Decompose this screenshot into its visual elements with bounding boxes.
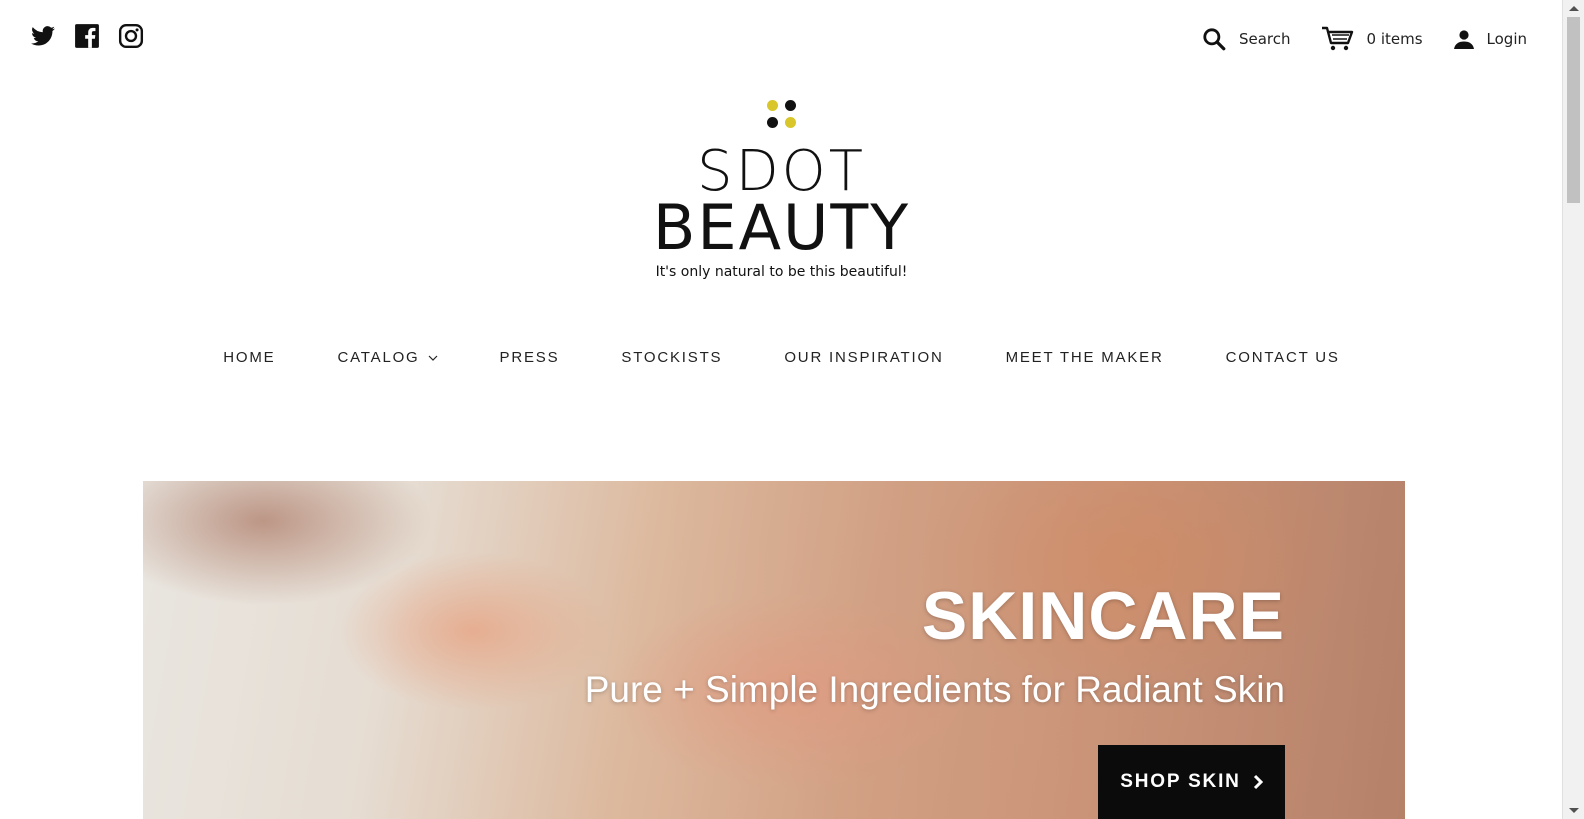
hero-subtitle: Pure + Simple Ingredients for Radiant Sk… [584, 669, 1285, 710]
page-scrollbar[interactable] [1562, 0, 1584, 819]
nav-catalog[interactable]: CATALOG [337, 349, 437, 366]
twitter-link[interactable] [30, 23, 56, 49]
logo-dots [766, 100, 797, 128]
scroll-down-arrow[interactable] [1569, 808, 1579, 813]
nav-stockists[interactable]: STOCKISTS [621, 349, 722, 366]
facebook-icon [75, 24, 99, 48]
user-icon [1453, 30, 1474, 49]
login-link[interactable]: Login [1453, 28, 1527, 50]
login-label: Login [1486, 30, 1527, 48]
nav-catalog-label: CATALOG [337, 349, 420, 366]
hero-title: SKINCARE [921, 578, 1285, 654]
cart-link[interactable]: 0 items [1321, 26, 1423, 52]
logo-dot [766, 117, 778, 128]
facebook-link[interactable] [74, 23, 100, 49]
scroll-up-arrow[interactable] [1569, 6, 1579, 11]
logo-dot [766, 100, 778, 111]
search-icon [1203, 28, 1226, 51]
chevron-down-icon [428, 355, 437, 361]
logo-line-beauty: BEAUTY [652, 191, 911, 264]
search-link[interactable]: Search [1201, 26, 1291, 52]
nav-press[interactable]: PRESS [500, 349, 560, 366]
instagram-link[interactable] [118, 23, 144, 49]
nav-meet-the-maker[interactable]: MEET THE MAKER [1006, 349, 1164, 366]
shop-skin-label: SHOP SKIN [1120, 771, 1241, 792]
nav-contact-us[interactable]: CONTACT US [1226, 349, 1340, 366]
main-nav: HOME CATALOG PRESS STOCKISTS OUR INSPIRA… [0, 349, 1563, 366]
logo-dot [784, 100, 796, 111]
nav-home[interactable]: HOME [223, 349, 275, 366]
twitter-icon [31, 26, 55, 46]
cart-count: 0 items [1366, 30, 1423, 48]
social-links [30, 23, 144, 49]
utility-bar: Search 0 items Login [1201, 26, 1527, 52]
site-logo[interactable]: SDOT BEAUTY It's only natural to be this… [0, 100, 1563, 280]
scrollbar-thumb[interactable] [1567, 17, 1580, 203]
chevron-right-icon [1253, 774, 1263, 790]
search-label: Search [1238, 30, 1291, 48]
instagram-icon [118, 23, 144, 49]
nav-our-inspiration[interactable]: OUR INSPIRATION [784, 349, 943, 366]
cart-icon [1321, 26, 1353, 51]
logo-tagline: It's only natural to be this beautiful! [655, 264, 908, 280]
shop-skin-button[interactable]: SHOP SKIN [1098, 745, 1285, 819]
page: Search 0 items Login SDOT BEAUTY It's on… [0, 0, 1563, 819]
logo-dot [784, 117, 796, 128]
hero-banner: SKINCARE Pure + Simple Ingredients for R… [143, 481, 1405, 819]
